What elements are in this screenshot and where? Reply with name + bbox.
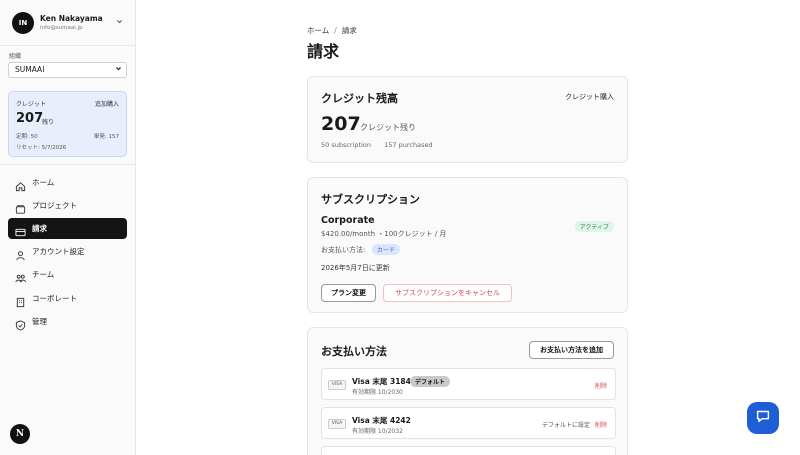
sidebar-item-label: コーポレート [32, 294, 77, 303]
home-icon [15, 177, 26, 192]
credit-subscription-text: 50 subscription [321, 141, 371, 149]
sidebar-item-label: 管理 [32, 317, 47, 326]
sidebar-item-label: チーム [32, 270, 55, 279]
breadcrumb-current: 請求 [341, 26, 357, 35]
payment-methods-title: お支払い方法 [321, 345, 387, 358]
credit-balance-unit: クレジット残り [360, 123, 416, 132]
add-credits-link[interactable]: 追加購入 [95, 99, 119, 108]
sidebar-item-label: 請求 [32, 224, 47, 233]
credit-remaining-unit: 残り [42, 119, 55, 126]
sidebar-item-label: プロジェクト [32, 201, 77, 210]
divider [0, 164, 136, 165]
visa-card-icon: VISA [328, 419, 346, 429]
set-default-link[interactable]: デフォルトに設定 [542, 420, 590, 429]
plan-price: $420.00/month ・100クレジット / 月 [321, 230, 447, 238]
payment-method-row [321, 446, 616, 455]
buy-credits-link[interactable]: クレジット購入 [565, 92, 614, 102]
delete-card-link[interactable]: 削除 [595, 381, 607, 390]
sidebar-item-admin[interactable]: 管理 [8, 311, 127, 332]
org-select[interactable]: SUMAAI [8, 62, 127, 78]
app-logo[interactable]: N [10, 424, 30, 444]
card-expiry: 有効期限 10/2030 [352, 389, 403, 396]
org-label: 組織 [9, 53, 22, 60]
chat-icon [754, 407, 772, 429]
sidebar-item-projects[interactable]: プロジェクト [8, 195, 127, 216]
credit-reset-date: リセット: 5/7/2026 [16, 145, 67, 151]
add-payment-method-button[interactable]: お支払い方法を追加 [529, 341, 614, 359]
renewal-date: 2026年5月7日に更新 [321, 264, 390, 272]
credit-purchased-count: 単発: 157 [93, 134, 119, 140]
card-name: Visa 末尾 4242 [352, 416, 411, 425]
sidebar-item-billing[interactable]: 請求 [8, 218, 127, 239]
change-plan-button[interactable]: プラン変更 [321, 284, 376, 302]
breadcrumb-separator: / [334, 26, 337, 35]
sidebar-item-home[interactable]: ホーム [8, 172, 127, 193]
credit-balance-breakdown: 50 subscription 157 purchased [321, 141, 433, 149]
card-expiry: 有効期限 10/2032 [352, 428, 403, 435]
sidebar-item-label: ホーム [32, 178, 55, 187]
card-name: Visa 末尾 3184 [352, 377, 411, 386]
payment-method-tag: カード [372, 244, 401, 255]
credit-card-icon [15, 223, 26, 237]
default-badge: デフォルト [410, 376, 451, 387]
cancel-subscription-button[interactable]: サブスクリプションをキャンセル [383, 284, 512, 302]
payment-method-row: VISA Visa 末尾 3184 有効期限 10/2030 デフォルト 削除 [321, 368, 616, 400]
visa-card-icon: VISA [328, 380, 346, 390]
chevron-down-icon [115, 63, 122, 77]
payment-methods-card: お支払い方法 お支払い方法を追加 VISA Visa 末尾 3184 有効期限 … [307, 327, 628, 455]
credit-balance-card: クレジット残高 クレジット購入 207 クレジット残り 50 subscript… [307, 76, 628, 163]
credit-purchased-text: 157 purchased [384, 141, 433, 149]
credit-subscription-count: 定期: 50 [16, 134, 38, 140]
org-select-value: SUMAAI [15, 65, 45, 74]
delete-card-link[interactable]: 削除 [595, 420, 607, 429]
page-title: 請求 [307, 42, 340, 61]
divider [0, 45, 136, 46]
status-badge: アクティブ [574, 221, 614, 232]
credit-remaining-number: 207 [16, 111, 44, 126]
credit-summary-card: クレジット 追加購入 207 残り 定期: 50 単発: 157 リセット: 5… [8, 91, 127, 157]
credit-balance-title: クレジット残高 [321, 92, 398, 105]
chevron-down-icon[interactable] [116, 18, 123, 27]
subscription-card: サブスクリプション Corporate $420.00/month ・100クレ… [307, 177, 628, 313]
building-icon [15, 293, 26, 308]
credit-summary-label: クレジット [16, 101, 47, 108]
shield-icon [15, 316, 26, 331]
payment-method-row: VISA Visa 末尾 4242 有効期限 10/2032 デフォルトに設定 … [321, 407, 616, 439]
chat-support-button[interactable] [747, 402, 779, 434]
sidebar-item-label: アカウント設定 [32, 247, 85, 256]
user-menu[interactable]: IN Ken Nakayama info@sumaai.jp [12, 12, 126, 36]
breadcrumb-home[interactable]: ホーム [307, 26, 329, 35]
subscription-title: サブスクリプション [321, 193, 420, 206]
team-icon [15, 269, 26, 283]
user-email: info@sumaai.jp [40, 25, 83, 31]
user-name: Ken Nakayama [40, 14, 103, 23]
folder-icon [15, 200, 26, 214]
sidebar-item-team[interactable]: チーム [8, 264, 127, 285]
payment-method-label: お支払い方法: [321, 246, 366, 254]
breadcrumb: ホーム / 請求 [307, 25, 357, 36]
sidebar: IN Ken Nakayama info@sumaai.jp 組織 SUMAAI… [0, 0, 136, 455]
sidebar-item-account-settings[interactable]: アカウント設定 [8, 241, 127, 262]
avatar: IN [12, 12, 34, 34]
credit-balance-amount: 207 [321, 113, 361, 135]
user-icon [15, 246, 26, 261]
sidebar-item-corporate[interactable]: コーポレート [8, 288, 127, 309]
plan-name: Corporate [321, 215, 375, 226]
